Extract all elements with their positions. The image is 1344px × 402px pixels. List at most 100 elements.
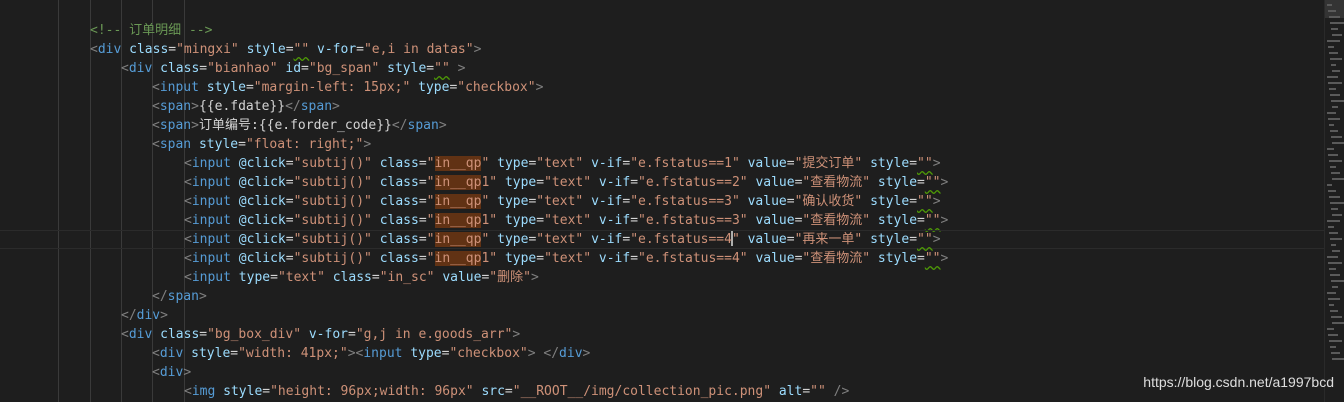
code-token: = [786,156,795,171]
code-token: value [747,194,787,209]
code-token: "" [924,213,941,228]
minimap-line [1327,184,1332,186]
minimap-line [1330,130,1338,132]
code-token: "再来一单" [794,232,863,247]
code-line[interactable]: <input @click="subtij()" class="in__qp" … [0,154,1325,173]
code-token: class [379,251,419,266]
code-token: = [371,270,380,285]
code-token: "text" [277,270,325,285]
code-token: input [159,80,199,95]
code-editor[interactable]: <!-- 订单明细 --> <div class="mingxi" style="… [0,0,1325,402]
code-token: "text" [536,232,584,247]
code-line[interactable]: <input @click="subtij()" class="in__qp" … [0,192,1325,211]
code-line[interactable]: <div style="width: 41px;"><input type="c… [0,344,1325,363]
code-token: in__qp [434,156,482,171]
code-line[interactable]: <span>订单编号:{{e.forder_code}}</span> [0,116,1325,135]
code-token: > [183,365,192,380]
code-token: > [347,346,356,361]
code-line[interactable]: <input @click="subtij()" class="in__qp" … [0,230,1325,249]
code-token: "" [917,232,933,247]
code-line[interactable]: <div class="mingxi" style="" v-for="e,i … [0,40,1325,59]
code-token: = [418,232,427,247]
code-token: "e.fstatus==1" [630,156,740,171]
code-token: "确认收货" [794,194,863,209]
code-token: </ [121,308,137,323]
code-token: = [230,346,239,361]
code-token: " [426,175,435,190]
code-line[interactable]: <!-- 订单明细 --> [0,21,1325,40]
code-token: = [285,42,294,57]
code-line[interactable]: </span> [0,287,1325,306]
code-token: in__qp [434,194,482,209]
code-token: < [152,118,160,133]
minimap-line [1327,148,1334,150]
code-token: style [198,137,239,152]
code-token: "bg_span" [308,61,380,76]
code-token: "e.fstatus==3" [630,194,740,209]
code-line[interactable]: <input @click="subtij()" class="in__qp1"… [0,173,1325,192]
code-token: = [536,175,545,190]
code-line[interactable]: </div> [0,306,1325,325]
code-token: input [191,194,231,209]
code-line[interactable]: <div class="bg_box_div" v-for="g,j in e.… [0,325,1325,344]
code-token: "删除" [489,270,531,285]
minimap-line [1329,88,1336,90]
code-token: @click [238,232,286,247]
code-line[interactable]: <input type="text" class="in_sc" value="… [0,268,1325,287]
minimap-line [1329,124,1334,126]
code-token: "subtij()" [293,156,372,171]
code-token: = [802,384,811,399]
code-token: in__qp [434,251,482,266]
code-line[interactable]: <span>{{e.fdate}}</span> [0,97,1325,116]
code-token: style [870,156,910,171]
code-token: < [184,251,192,266]
code-token: /> [825,384,850,399]
code-token: <!-- 订单明细 --> [90,23,213,38]
code-line[interactable]: <div> [0,363,1325,382]
code-token: > [940,251,949,266]
code-token: "mingxi" [176,42,239,57]
code-token: div [128,61,153,76]
code-token: div [559,346,583,361]
code-token: style [387,61,427,76]
code-token: v-if [598,251,631,266]
code-line[interactable]: <img style="height: 96px;width: 96px" sr… [0,382,1325,401]
code-token: = [285,232,294,247]
code-token: > [332,99,340,114]
code-token: > [530,270,539,285]
code-token: = [786,194,795,209]
code-token: = [630,213,639,228]
code-token: "e,i in datas" [363,42,474,57]
code-token: style [877,175,918,190]
code-token: id [285,61,302,76]
code-line[interactable]: <input style="margin-left: 15px;" type="… [0,78,1325,97]
code-token: "subtij()" [293,232,372,247]
code-line[interactable]: <input @click="subtij()" class="in__qp1"… [0,249,1325,268]
code-token: v-if [598,213,631,228]
code-line[interactable]: <span style="float: right;"> [0,135,1325,154]
code-token: "in_sc" [379,270,435,285]
code-line[interactable]: <input @click="subtij()" class="in__qp1"… [0,211,1325,230]
code-token: type [497,232,529,247]
code-token: span [159,118,192,133]
code-token: "" [917,194,933,209]
code-token: = [504,384,513,399]
code-token: input [191,213,231,228]
minimap-line [1331,172,1340,174]
code-token: = [199,327,208,342]
code-token: > [932,232,941,247]
code-line[interactable]: <div class="bianhao" id="bg_span" style=… [0,59,1325,78]
code-lines[interactable]: <!-- 订单明细 --> <div class="mingxi" style="… [0,21,1325,401]
code-token: < [121,61,129,76]
minimap[interactable] [1324,0,1344,402]
code-token: style [223,384,263,399]
